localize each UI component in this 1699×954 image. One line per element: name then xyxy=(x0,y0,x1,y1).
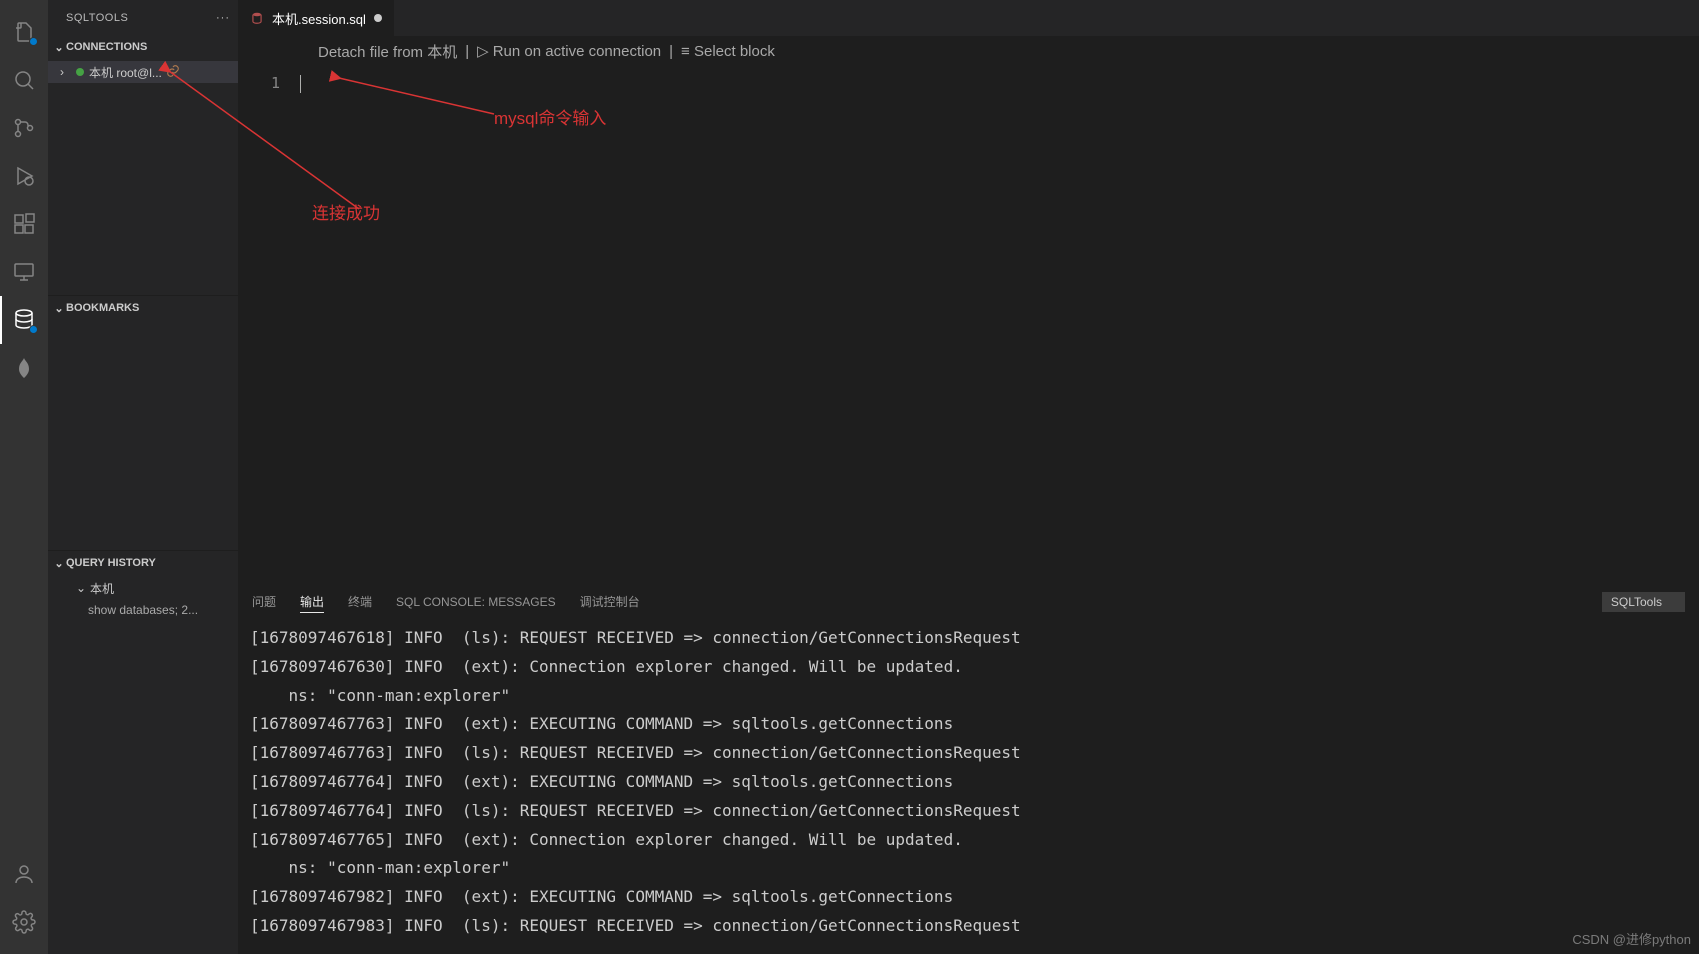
panel-tab-debug-console[interactable]: 调试控制台 xyxy=(580,591,640,612)
sqltools-badge xyxy=(29,325,38,334)
main: 本机.session.sql Detach file from 本机 | ▷ R… xyxy=(238,0,1699,954)
panel-tab-sql-console[interactable]: SQL CONSOLE: MESSAGES xyxy=(396,593,556,611)
chevron-down-icon: ⌄ xyxy=(76,581,90,595)
query-history-label: QUERY HISTORY xyxy=(66,557,156,569)
explorer-badge xyxy=(29,37,38,46)
detach-file-action[interactable]: Detach file from 本机 xyxy=(318,41,457,62)
remote-icon[interactable] xyxy=(0,248,48,296)
database-file-icon xyxy=(250,11,264,25)
code-editor[interactable]: 1 mysql命令输入 连接成功 xyxy=(238,66,1699,584)
mongodb-icon[interactable] xyxy=(0,344,48,392)
line-number: 1 xyxy=(238,74,280,92)
connection-item[interactable]: › 本机 root@l... xyxy=(48,61,238,83)
panel-tab-terminal[interactable]: 终端 xyxy=(348,591,372,612)
linked-icon xyxy=(166,64,180,81)
query-history-group[interactable]: ⌄ 本机 xyxy=(48,577,238,599)
bookmarks-label: BOOKMARKS xyxy=(66,302,139,314)
sidebar: SQLTOOLS ··· ⌄ CONNECTIONS › 本机 root@l..… xyxy=(48,0,238,954)
bookmarks-section-header[interactable]: ⌄ BOOKMARKS xyxy=(48,296,238,320)
query-history-item[interactable]: show databases; 2... xyxy=(48,599,238,621)
tab-label: 本机.session.sql xyxy=(272,9,366,28)
search-icon[interactable] xyxy=(0,56,48,104)
connection-label: 本机 root@l... xyxy=(89,64,162,81)
query-history-section-header[interactable]: ⌄ QUERY HISTORY xyxy=(48,551,238,575)
annotation-conn-success: 连接成功 xyxy=(312,199,380,224)
chevron-down-icon: ⌄ xyxy=(52,41,66,54)
separator: | xyxy=(669,43,673,60)
modified-indicator-icon xyxy=(374,14,382,22)
panel-tab-bar: 问题 输出 终端 SQL CONSOLE: MESSAGES 调试控制台 SQL… xyxy=(238,585,1699,618)
detach-prefix: Detach file from xyxy=(318,44,427,61)
output-panel-body[interactable]: [1678097467618] INFO (ls): REQUEST RECEI… xyxy=(238,618,1699,954)
detach-target: 本机 xyxy=(427,44,457,61)
extensions-icon[interactable] xyxy=(0,200,48,248)
settings-icon[interactable] xyxy=(0,898,48,946)
editor-tab[interactable]: 本机.session.sql xyxy=(238,0,394,36)
query-history-group-label: 本机 xyxy=(90,580,114,597)
sidebar-more-icon[interactable]: ··· xyxy=(216,12,230,24)
sidebar-title: SQLTOOLS xyxy=(66,12,128,24)
editor-action-bar: Detach file from 本机 | ▷ Run on active co… xyxy=(238,36,1699,66)
text-cursor xyxy=(300,75,301,93)
annotation-mysql-input: mysql命令输入 xyxy=(494,104,606,129)
run-label: Run on active connection xyxy=(493,43,661,60)
list-icon: ≡ xyxy=(681,43,690,60)
select-block-label: Select block xyxy=(694,43,775,60)
connection-status-icon xyxy=(76,68,84,76)
chevron-down-icon: ⌄ xyxy=(52,302,66,315)
line-number-gutter: 1 xyxy=(238,66,294,584)
connections-label: CONNECTIONS xyxy=(66,41,147,53)
sqltools-icon[interactable] xyxy=(0,296,48,344)
separator: | xyxy=(465,43,469,60)
chevron-down-icon: ⌄ xyxy=(52,557,66,570)
panel-tab-problems[interactable]: 问题 xyxy=(252,591,276,612)
play-icon: ▷ xyxy=(477,42,489,60)
bottom-panel: 问题 输出 终端 SQL CONSOLE: MESSAGES 调试控制台 SQL… xyxy=(238,584,1699,954)
output-channel-selector[interactable]: SQLTools xyxy=(1602,592,1685,612)
explorer-icon[interactable] xyxy=(0,8,48,56)
select-block-action[interactable]: ≡ Select block xyxy=(681,43,775,60)
watermark: CSDN @进修python xyxy=(1572,929,1691,948)
connections-section-header[interactable]: ⌄ CONNECTIONS xyxy=(48,35,238,59)
tab-bar: 本机.session.sql xyxy=(238,0,1699,36)
code-area[interactable]: mysql命令输入 连接成功 xyxy=(294,66,1699,584)
query-history-item-label: show databases; 2... xyxy=(88,603,198,617)
run-on-connection-action[interactable]: ▷ Run on active connection xyxy=(477,42,661,60)
source-control-icon[interactable] xyxy=(0,104,48,152)
run-debug-icon[interactable] xyxy=(0,152,48,200)
chevron-right-icon: › xyxy=(60,65,74,79)
panel-tab-output[interactable]: 输出 xyxy=(300,591,324,613)
accounts-icon[interactable] xyxy=(0,850,48,898)
activity-bar xyxy=(0,0,48,954)
